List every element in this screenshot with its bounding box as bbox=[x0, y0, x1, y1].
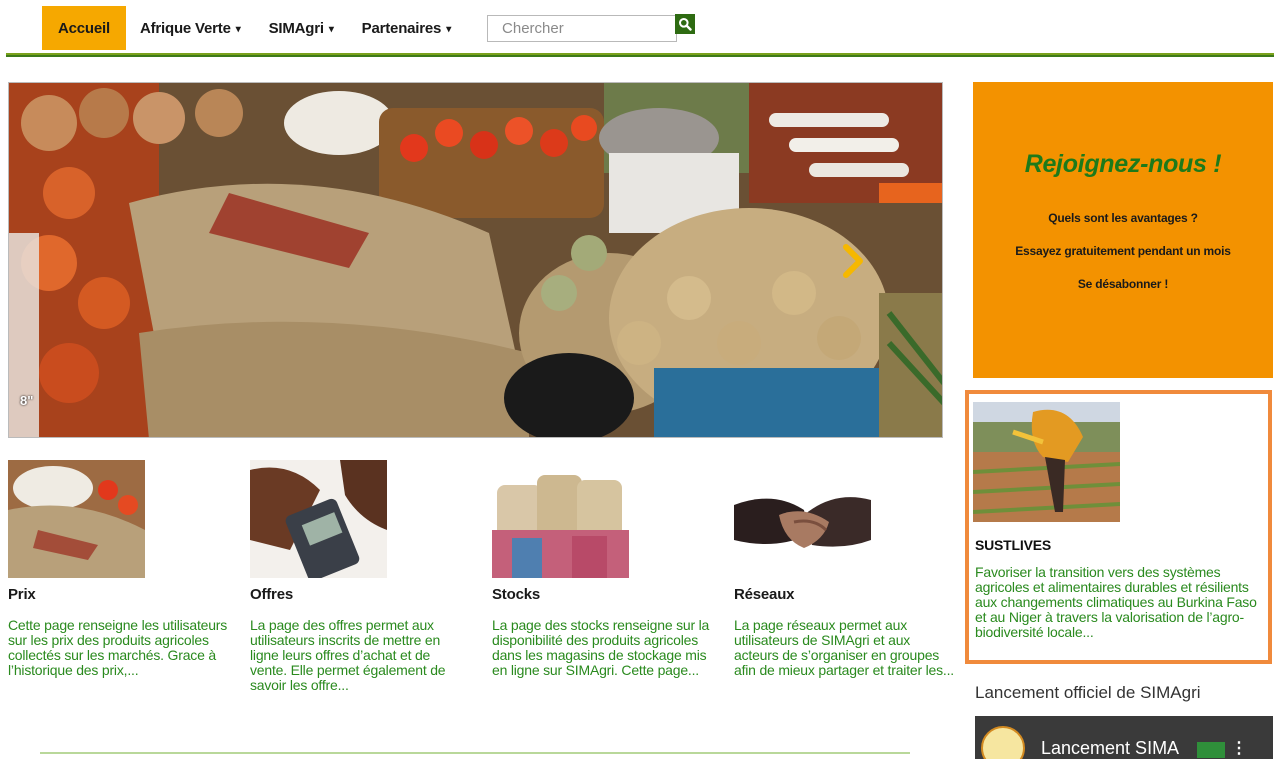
nav-item-label: SIMAgri bbox=[268, 19, 324, 37]
caret-down-icon: ▾ bbox=[328, 23, 334, 35]
video-badge bbox=[1197, 742, 1225, 758]
search-form bbox=[487, 14, 696, 42]
section-divider bbox=[40, 752, 910, 754]
video-title[interactable]: Lancement SIMA bbox=[1041, 738, 1179, 759]
farmer-image bbox=[973, 402, 1120, 522]
card-stocks[interactable]: Stocks La page des stocks renseigne sur … bbox=[492, 460, 712, 678]
reseaux-image bbox=[734, 460, 871, 578]
join-links: Quels sont les avantages ? Essayez gratu… bbox=[973, 211, 1273, 291]
card-offres[interactable]: Offres La page des offres permet aux uti… bbox=[250, 460, 470, 693]
nav-item-label: Accueil bbox=[58, 19, 110, 37]
video-player[interactable]: Lancement SIMA ⋮ bbox=[975, 716, 1273, 759]
hero-slider[interactable]: 8" bbox=[8, 82, 943, 438]
card-reseaux[interactable]: Réseaux La page réseaux permet aux utili… bbox=[734, 460, 954, 678]
card-thumbnail[interactable] bbox=[250, 460, 387, 578]
card-description: La page des offres permet aux utilisateu… bbox=[250, 617, 446, 693]
sustlives-image[interactable] bbox=[973, 402, 1120, 522]
caret-down-icon: ▾ bbox=[446, 23, 452, 35]
join-title: Rejoignez-nous ! bbox=[1024, 150, 1222, 178]
sustlives-panel[interactable]: SUSTLIVES Favoriser la transition vers d… bbox=[965, 390, 1272, 664]
join-panel: Rejoignez-nous ! Quels sont les avantage… bbox=[973, 82, 1273, 378]
nav-item-label: Afrique Verte bbox=[139, 19, 231, 37]
prix-image bbox=[8, 460, 145, 578]
offres-image bbox=[250, 460, 387, 578]
join-link-unsubscribe[interactable]: Se désabonner ! bbox=[973, 277, 1273, 291]
nav-item-partenaires[interactable]: Partenaires ▾ bbox=[348, 6, 465, 50]
slide-counter: 8" bbox=[20, 393, 34, 408]
nav-divider bbox=[6, 53, 1274, 57]
nav-item-afrique-verte[interactable]: Afrique Verte ▾ bbox=[126, 6, 255, 50]
feature-cards: Prix Cette page renseigne les utilisateu… bbox=[8, 460, 954, 720]
caret-down-icon: ▾ bbox=[235, 23, 241, 35]
sustlives-title[interactable]: SUSTLIVES bbox=[975, 537, 1051, 553]
nav-item-simagri[interactable]: SIMAgri ▾ bbox=[255, 6, 348, 50]
search-button[interactable] bbox=[675, 14, 696, 34]
card-title[interactable]: Stocks bbox=[492, 586, 712, 603]
join-link-free-trial[interactable]: Essayez gratuitement pendant un mois bbox=[973, 244, 1273, 258]
card-thumbnail[interactable] bbox=[492, 460, 629, 578]
card-thumbnail[interactable] bbox=[734, 460, 871, 578]
chevron-right-icon[interactable] bbox=[841, 243, 865, 279]
more-options-icon[interactable]: ⋮ bbox=[1231, 738, 1247, 758]
search-input[interactable] bbox=[487, 14, 678, 42]
hero-market-image bbox=[9, 83, 942, 437]
nav-item-label: Partenaires bbox=[361, 19, 442, 37]
search-icon bbox=[679, 18, 692, 31]
sustlives-description: Favoriser la transition vers des système… bbox=[975, 564, 1257, 640]
video-section-heading: Lancement officiel de SIMAgri bbox=[975, 683, 1201, 702]
card-title[interactable]: Prix bbox=[8, 586, 228, 603]
stocks-image bbox=[492, 460, 629, 578]
join-link-advantages[interactable]: Quels sont les avantages ? bbox=[973, 211, 1273, 225]
card-title[interactable]: Offres bbox=[250, 586, 470, 603]
card-thumbnail[interactable] bbox=[8, 460, 145, 578]
card-description: Cette page renseigne les utilisateurs su… bbox=[8, 617, 228, 678]
nav-item-accueil[interactable]: Accueil bbox=[42, 6, 126, 50]
card-title[interactable]: Réseaux bbox=[734, 586, 954, 603]
nav-menu: Accueil Afrique Verte ▾ SIMAgri ▾ Parten… bbox=[42, 6, 696, 50]
card-description: La page des stocks renseigne sur la disp… bbox=[492, 617, 710, 678]
card-description: La page réseaux permet aux utilisateurs … bbox=[734, 617, 954, 678]
top-navbar: Accueil Afrique Verte ▾ SIMAgri ▾ Parten… bbox=[0, 0, 1276, 57]
card-prix[interactable]: Prix Cette page renseigne les utilisateu… bbox=[8, 460, 228, 678]
channel-logo bbox=[981, 726, 1025, 759]
